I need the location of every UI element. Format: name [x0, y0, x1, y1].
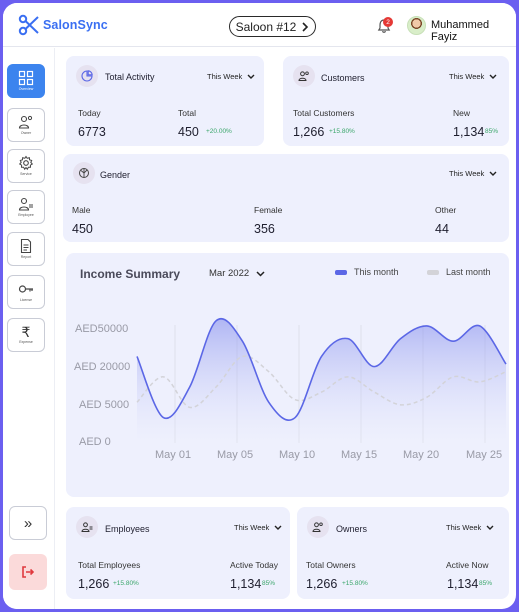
x-tick-label: May 25: [466, 449, 503, 461]
card-title: Owners: [336, 524, 368, 534]
x-tick-label: May 15: [341, 449, 378, 461]
app-window: SalonSync Saloon #12 2 Muhammed Fayiz Ov…: [3, 3, 516, 609]
total-employees-change: +15.80%: [113, 580, 139, 587]
total-owners-value: 1,266: [306, 577, 338, 591]
active-today-percent: 85%: [262, 580, 276, 587]
active-today-label: Active Today: [230, 560, 279, 570]
period-label: This Week: [446, 523, 482, 532]
owners-card: Owners This Week Total Owners 1,266 +15.…: [297, 507, 509, 599]
period-dropdown[interactable]: This Week: [234, 523, 282, 532]
employees-card: Employees This Week Total Employees 1,26…: [66, 507, 290, 599]
employee-icon: [76, 516, 98, 538]
active-now-percent: 85%: [479, 580, 493, 587]
period-dropdown[interactable]: This Week: [446, 523, 494, 532]
active-now-value: 1,134: [447, 577, 479, 591]
active-today-value: 1,134: [230, 577, 262, 591]
active-now-label: Active Now: [446, 560, 489, 570]
card-title: Employees: [105, 524, 150, 534]
chevron-down-icon: [274, 525, 282, 530]
x-tick-label: May 05: [217, 449, 254, 461]
chevron-down-icon: [486, 525, 494, 530]
total-employees-label: Total Employees: [78, 560, 141, 570]
x-tick-label: May 01: [155, 449, 192, 461]
x-tick-label: May 20: [403, 449, 440, 461]
total-owners-label: Total Owners: [306, 560, 356, 570]
user-group-icon: [307, 516, 329, 538]
x-tick-label: May 10: [279, 449, 316, 461]
total-owners-change: +15.80%: [342, 580, 368, 587]
total-employees-value: 1,266: [78, 577, 110, 591]
period-label: This Week: [234, 523, 270, 532]
